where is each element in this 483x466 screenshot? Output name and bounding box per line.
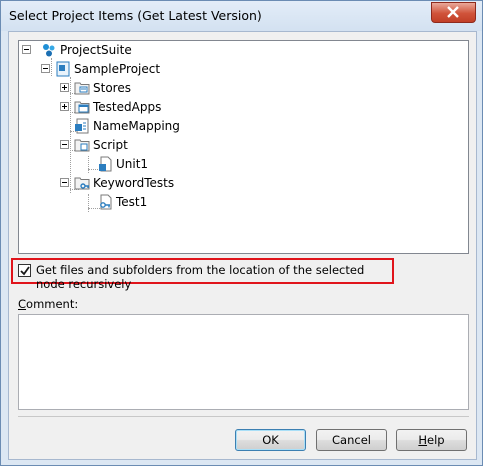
project-suite-icon [43, 44, 55, 57]
tree-node-label: Unit1 [116, 157, 149, 171]
keyword-test-file-icon [100, 194, 112, 210]
checkmark-icon [20, 266, 30, 276]
tree-node-label: Script [93, 138, 128, 152]
help-label-rest: elp [427, 433, 445, 447]
tree-node-label: NameMapping [93, 119, 180, 133]
close-button[interactable] [431, 2, 476, 23]
project-icon [56, 61, 70, 77]
recursive-option-highlight: Get files and subfolders from the locati… [11, 258, 394, 291]
tree-node-label: TestedApps [93, 100, 162, 114]
project-items-tree[interactable]: ProjectSuite SampleProject Stores Tested… [18, 40, 469, 254]
dialog-client-area: ProjectSuite SampleProject Stores Tested… [8, 31, 477, 460]
collapse-toggle[interactable] [60, 178, 69, 187]
recursive-checkbox[interactable] [18, 264, 31, 277]
recursive-option-label[interactable]: Get files and subfolders from the locati… [36, 263, 392, 291]
expand-toggle[interactable] [60, 83, 69, 92]
close-icon [447, 6, 459, 18]
name-mapping-icon [75, 118, 89, 134]
help-accelerator: H [418, 433, 428, 447]
tree-node-label: Stores [93, 81, 131, 95]
tree-node-label: ProjectSuite [60, 43, 132, 57]
keyword-tests-folder-icon [74, 177, 90, 190]
ok-button[interactable]: OK [235, 429, 306, 451]
comment-textarea[interactable] [18, 314, 469, 410]
collapse-toggle[interactable] [41, 64, 50, 73]
dialog-title: Select Project Items (Get Latest Version… [9, 8, 262, 23]
unit-file-icon [99, 156, 112, 172]
comment-label: Comment: [18, 297, 78, 311]
tree-node-label: SampleProject [74, 62, 161, 76]
stores-icon [74, 82, 90, 95]
comment-label-rest: omment: [26, 297, 79, 311]
tree-node-label: KeywordTests [93, 176, 175, 190]
collapse-toggle[interactable] [60, 140, 69, 149]
title-bar[interactable]: Select Project Items (Get Latest Version… [1, 1, 482, 31]
dialog-window: Select Project Items (Get Latest Version… [0, 0, 483, 466]
comment-label-accelerator: C [18, 297, 27, 311]
script-folder-icon [74, 139, 90, 152]
help-button[interactable]: Help [396, 429, 467, 451]
tree-node-label: Test1 [116, 195, 148, 209]
collapse-toggle[interactable] [22, 45, 31, 54]
button-separator [18, 416, 469, 417]
expand-toggle[interactable] [60, 102, 69, 111]
cancel-button[interactable]: Cancel [316, 429, 387, 451]
tested-apps-icon [74, 101, 90, 114]
